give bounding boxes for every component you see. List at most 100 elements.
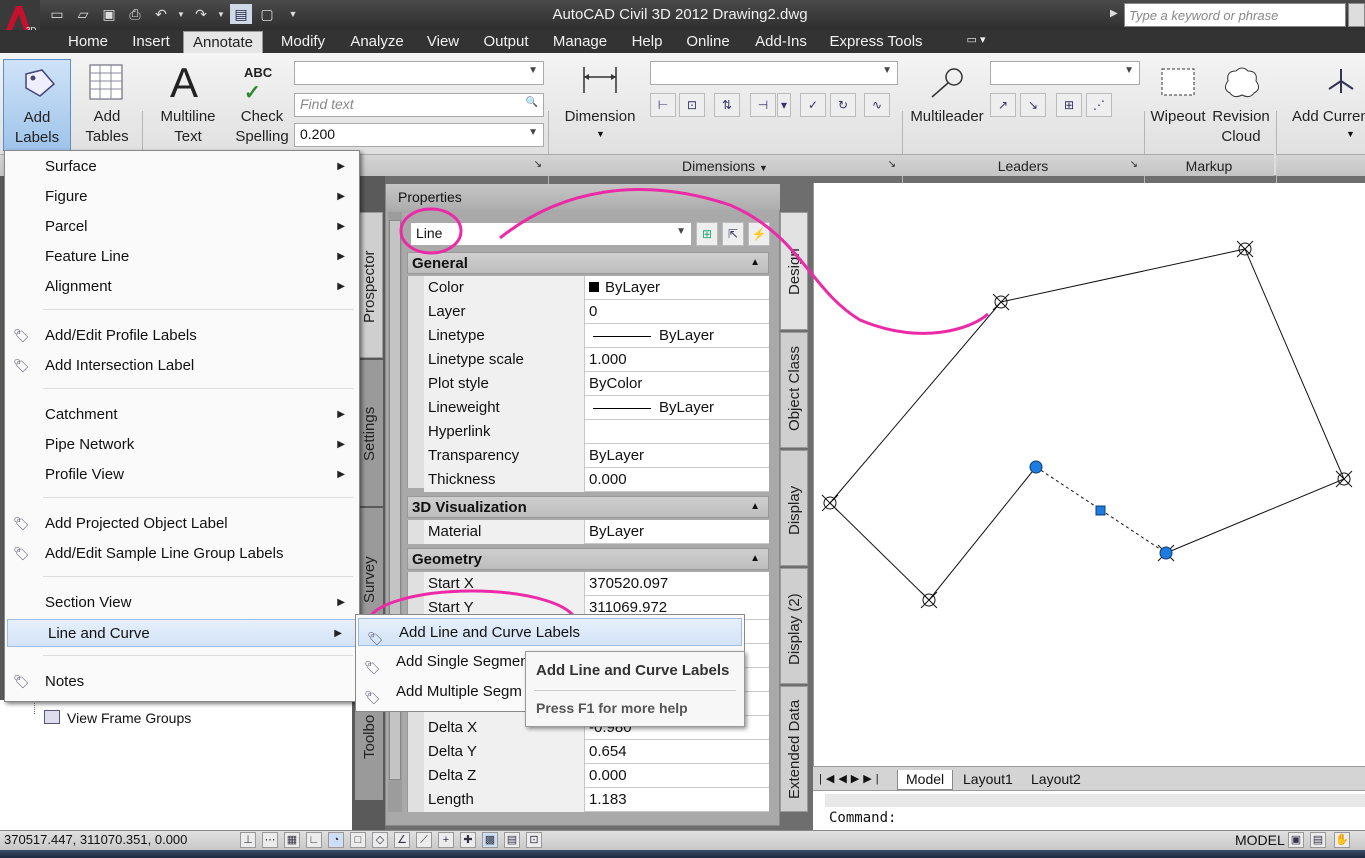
object-snap-tracking-icon[interactable]: ∠ (394, 832, 410, 848)
section-geometry[interactable]: Geometry ▲ (407, 548, 769, 570)
quick-select-icon[interactable]: ⚡ (748, 222, 770, 246)
tab-toolbox[interactable]: Toolbo (355, 700, 383, 800)
pan-icon[interactable]: ✋ (1334, 832, 1350, 848)
prop-row-start-x[interactable]: Start X 370520.097 (424, 572, 769, 596)
revision-cloud-button[interactable]: Revision Cloud (1210, 59, 1272, 151)
menu-item-alignment[interactable]: Alignment ▶ (5, 273, 359, 301)
toggle-pickadd-icon[interactable]: ⊞ (696, 222, 718, 246)
model-space-label[interactable]: MODEL (1235, 832, 1285, 848)
snap-mode-icon[interactable]: ⋯ (262, 832, 278, 848)
save-icon[interactable]: ▣ (98, 4, 120, 24)
menu-item-pipe-network[interactable]: Pipe Network ▶ (5, 431, 359, 459)
coordinate-readout[interactable]: 370517.447, 311070.351, 0.000 (4, 832, 187, 847)
remove-leader-icon[interactable]: ↘ (1020, 93, 1046, 117)
new-icon[interactable]: ▭ (46, 4, 68, 24)
tab-extended-data[interactable]: Extended Data (780, 686, 808, 812)
add-leader-icon[interactable]: ↗ (990, 93, 1016, 117)
drawing-canvas[interactable] (813, 183, 1365, 770)
prospector-tree[interactable]: View Frame Groups (0, 700, 352, 830)
tab-analyze[interactable]: Analyze (345, 33, 409, 53)
linear-dim-icon[interactable]: ⊢ (650, 93, 676, 117)
quick-dim-icon[interactable]: ⊡ (679, 93, 705, 117)
object-type-combo[interactable]: Line ▼ (410, 222, 692, 246)
menu-item-profile-view[interactable]: Profile View ▶ (5, 461, 359, 489)
menu-item-figure[interactable]: Figure ▶ (5, 183, 359, 211)
text-style-combo[interactable]: ▼ (294, 61, 544, 85)
quick-properties-icon[interactable]: ▤ (504, 832, 520, 848)
multileader-button[interactable]: Multileader (906, 59, 988, 151)
section-general[interactable]: General ▲ (407, 252, 769, 274)
multileader-style-combo[interactable]: ▼ (990, 61, 1140, 85)
menu-item-notes[interactable]: 🏷 Notes (5, 668, 359, 696)
search-button[interactable] (1348, 3, 1365, 27)
transparency-icon[interactable]: ▩ (482, 832, 498, 848)
search-expand-icon[interactable]: ▶ (1110, 8, 1118, 19)
add-tables-button[interactable]: Add Tables (84, 59, 130, 151)
properties-toggle-icon[interactable]: ▤ (230, 4, 252, 24)
tab-annotate[interactable]: Annotate (183, 31, 263, 53)
dimension-style-combo[interactable]: ▼ (650, 61, 898, 85)
prop-row-material[interactable]: Material ByLayer (424, 520, 769, 544)
tab-object-class[interactable]: Object Class (780, 332, 808, 448)
properties-scrollbar[interactable] (388, 212, 402, 812)
section-3d-visualization[interactable]: 3D Visualization ▲ (407, 496, 769, 518)
leaders-panel-bar[interactable]: Leaders ↘ (902, 154, 1144, 176)
tab-layout2[interactable]: Layout2 (1023, 770, 1089, 790)
ribbon-minimize-icon[interactable]: ▭ ▾ (958, 33, 994, 53)
tab-add-ins[interactable]: Add-Ins (746, 33, 816, 53)
quick-view-drawings-icon[interactable]: ▤ (1310, 832, 1326, 848)
tab-view[interactable]: View (420, 33, 466, 53)
menu-item-catchment[interactable]: Catchment ▶ (5, 401, 359, 429)
customize-qat-icon[interactable]: ▼ (282, 4, 304, 24)
undo-icon[interactable]: ↶ (150, 4, 172, 24)
layout-nav-icons[interactable]: |◀◀▶▶| (819, 772, 883, 785)
search-input[interactable]: Type a keyword or phrase (1124, 3, 1346, 27)
open-icon[interactable]: ▱ (72, 4, 94, 24)
prop-row-layer[interactable]: Layer 0 (424, 300, 769, 324)
prop-row-linetype[interactable]: Linetype ByLayer (424, 324, 769, 348)
menu-item-parcel[interactable]: Parcel ▶ (5, 213, 359, 241)
menu-item-line-and-curve[interactable]: Line and Curve ▶ (7, 619, 357, 647)
jog-dim-icon[interactable]: ∿ (864, 93, 890, 117)
redo-dropdown-icon[interactable]: ▼ (216, 4, 226, 24)
break-dim-icon[interactable]: ⇅ (714, 93, 740, 117)
command-prompt[interactable]: Command: (829, 810, 896, 826)
continue-dim-dropdown-icon[interactable]: ▾ (777, 93, 791, 117)
check-spelling-button[interactable]: ABC ✓ Check Spelling (232, 59, 292, 151)
quick-view-layouts-icon[interactable]: ▣ (1288, 832, 1304, 848)
tree-item-view-frame-groups[interactable]: View Frame Groups (67, 710, 191, 726)
prop-row-delta-y[interactable]: Delta Y 0.654 (424, 740, 769, 764)
inspect-dim-icon[interactable]: ✓ (800, 93, 826, 117)
polar-tracking-icon[interactable]: ◔ (328, 832, 344, 848)
align-leader-icon[interactable]: ⊞ (1056, 93, 1082, 117)
menu-item-projected-object-label[interactable]: 🏷 Add Projected Object Label (5, 510, 359, 538)
tab-insert[interactable]: Insert (124, 33, 178, 53)
menu-item-section-view[interactable]: Section View ▶ (5, 589, 359, 617)
tab-help[interactable]: Help (624, 33, 670, 53)
ortho-mode-icon[interactable]: ∟ (306, 832, 322, 848)
tab-layout1[interactable]: Layout1 (955, 770, 1021, 790)
dynamic-input-icon[interactable]: + (438, 832, 454, 848)
tab-output[interactable]: Output (476, 33, 536, 53)
select-objects-icon[interactable]: ⇱ (722, 222, 744, 246)
continue-dim-icon[interactable]: ⊣ (750, 93, 776, 117)
infer-constraints-icon[interactable]: ⊥ (240, 832, 256, 848)
submenu-item-add-line-curve-labels[interactable]: 🏷 Add Line and Curve Labels (358, 618, 742, 646)
menu-item-feature-line[interactable]: Feature Line ▶ (5, 243, 359, 271)
selection-cycling-icon[interactable]: ⊡ (526, 832, 542, 848)
redo-icon[interactable]: ↷ (190, 4, 212, 24)
prop-row-thickness[interactable]: Thickness 0.000 (424, 468, 769, 492)
prop-row-linetype-scale[interactable]: Linetype scale 1.000 (424, 348, 769, 372)
dimension-button[interactable]: Dimension ▼ (560, 59, 640, 151)
plot-icon[interactable]: ⎙ (124, 4, 146, 24)
prop-row-lineweight[interactable]: Lineweight ByLayer (424, 396, 769, 420)
undo-dropdown-icon[interactable]: ▼ (176, 4, 186, 24)
prop-row-plot-style[interactable]: Plot style ByColor (424, 372, 769, 396)
multiline-text-button[interactable]: A Multiline Text (152, 59, 228, 151)
3d-osnap-icon[interactable]: ◇ (372, 832, 388, 848)
prop-row-length[interactable]: Length 1.183 (424, 788, 769, 812)
tab-express-tools[interactable]: Express Tools (824, 33, 928, 53)
grid-display-icon[interactable]: ▦ (284, 832, 300, 848)
text-height-combo[interactable]: 0.200 ▼ (294, 123, 544, 147)
find-text-input[interactable]: Find text 🔍 (294, 93, 544, 117)
